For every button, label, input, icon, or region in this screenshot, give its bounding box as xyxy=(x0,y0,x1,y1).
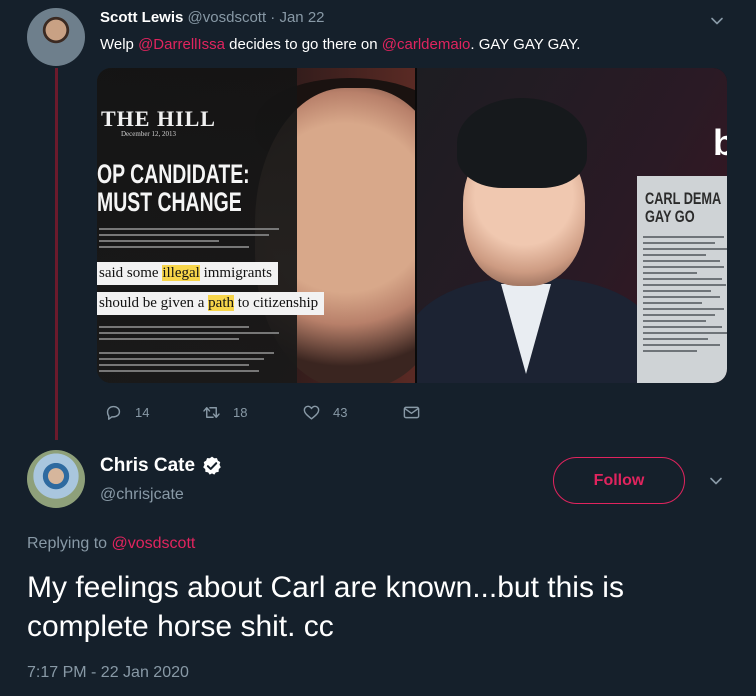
tweet1-header: Scott Lewis @vosdscott · Jan 22 xyxy=(100,8,325,28)
reply-icon xyxy=(106,405,121,420)
campaign-mailer: CARL DEMA GAY GO xyxy=(637,176,727,383)
text-segment: Welp xyxy=(100,36,139,53)
thread-connector-line xyxy=(55,68,58,440)
avatar-scott-lewis[interactable] xyxy=(27,8,85,66)
quote-highlight: illegal xyxy=(162,265,200,281)
headline-line-2: MUST CHANGE xyxy=(97,187,242,217)
chevron-down-icon[interactable] xyxy=(710,14,724,28)
mailer-line-1: CARL DEMA xyxy=(645,189,722,208)
retweet-count: 18 xyxy=(233,405,248,420)
like-count: 43 xyxy=(333,405,348,420)
quote-text: should be given a xyxy=(99,295,209,311)
portrait-hair xyxy=(457,98,587,188)
author-handle[interactable]: @vosdscott xyxy=(188,9,267,26)
mailer-body-text xyxy=(643,236,727,356)
author-handle[interactable]: @chrisjcate xyxy=(100,486,184,504)
heart-icon xyxy=(303,405,320,420)
newsprint-line xyxy=(99,228,279,230)
newsprint-line xyxy=(99,240,219,242)
tweet1-text: Welp @DarrellIssa decides to go there on… xyxy=(100,35,580,55)
newsprint-line xyxy=(99,358,264,360)
quote-line-1: said some illegal immigrants xyxy=(97,262,278,285)
replying-to-line: Replying to @vosdscott xyxy=(27,535,195,553)
text-segment: decides to go there on xyxy=(225,36,382,53)
newsprint-line xyxy=(99,370,259,372)
reply-count: 14 xyxy=(135,405,150,420)
retweet-button[interactable]: 18 xyxy=(202,403,247,422)
mailer-line-2: GAY GO xyxy=(645,207,695,226)
chevron-down-icon[interactable] xyxy=(709,474,723,488)
follow-button[interactable]: Follow xyxy=(553,457,685,504)
dot-separator: · xyxy=(270,9,276,26)
newspaper-masthead: THE HILL xyxy=(101,106,216,131)
newsprint-line xyxy=(99,326,249,328)
verified-badge-icon xyxy=(203,456,221,475)
envelope-icon xyxy=(403,406,420,419)
newsprint-line xyxy=(99,338,239,340)
quote-line-2: should be given a path to citizenship xyxy=(97,292,325,315)
mailer-headline: CARL DEMA GAY GO xyxy=(645,190,721,226)
mention-vosdscott[interactable]: @vosdscott xyxy=(112,535,196,552)
newspaper-date: December 12, 2013 xyxy=(121,130,177,138)
author-name[interactable]: Chris Cate xyxy=(100,455,195,477)
like-button[interactable]: 43 xyxy=(302,403,347,422)
newspaper-headline: OP CANDIDATE: MUST CHANGE xyxy=(97,160,250,216)
portrait-right xyxy=(417,88,657,383)
channel-logo: b xyxy=(713,122,727,164)
newsprint-line xyxy=(99,352,274,354)
tweet2-author: Chris Cate xyxy=(100,455,223,477)
media-right-panel: b CARL DEMA GAY GO xyxy=(415,68,727,383)
text-segment: . GAY GAY GAY. xyxy=(470,36,581,53)
direct-message-button[interactable] xyxy=(402,403,433,422)
newsprint-line xyxy=(99,246,249,248)
tweet-media-image[interactable]: THE HILL December 12, 2013 OP CANDIDATE:… xyxy=(97,68,727,383)
mention-darrellissa[interactable]: @DarrellIssa xyxy=(138,36,225,53)
tweet2-text: My feelings about Carl are known...but t… xyxy=(27,571,624,643)
quote-highlight: path xyxy=(208,295,234,311)
tweet-timestamp[interactable]: 7:17 PM - 22 Jan 2020 xyxy=(27,664,189,682)
author-name[interactable]: Scott Lewis xyxy=(100,9,183,26)
newsprint-line xyxy=(99,364,249,366)
quote-text: said some xyxy=(99,265,163,281)
tweet-date[interactable]: Jan 22 xyxy=(279,9,324,26)
mention-carldemaio[interactable]: @carldemaio xyxy=(382,36,471,53)
retweet-icon xyxy=(203,407,220,418)
avatar-chris-cate[interactable] xyxy=(27,450,85,508)
headline-line-1: OP CANDIDATE: xyxy=(97,159,250,189)
reply-button[interactable]: 14 xyxy=(104,403,149,422)
media-left-panel: THE HILL December 12, 2013 OP CANDIDATE:… xyxy=(97,68,415,383)
quote-text: to citizenship xyxy=(233,295,319,311)
newsprint-line xyxy=(99,234,269,236)
quote-text: immigrants xyxy=(199,265,272,281)
replying-prefix: Replying to xyxy=(27,535,112,552)
newsprint-line xyxy=(99,332,279,334)
